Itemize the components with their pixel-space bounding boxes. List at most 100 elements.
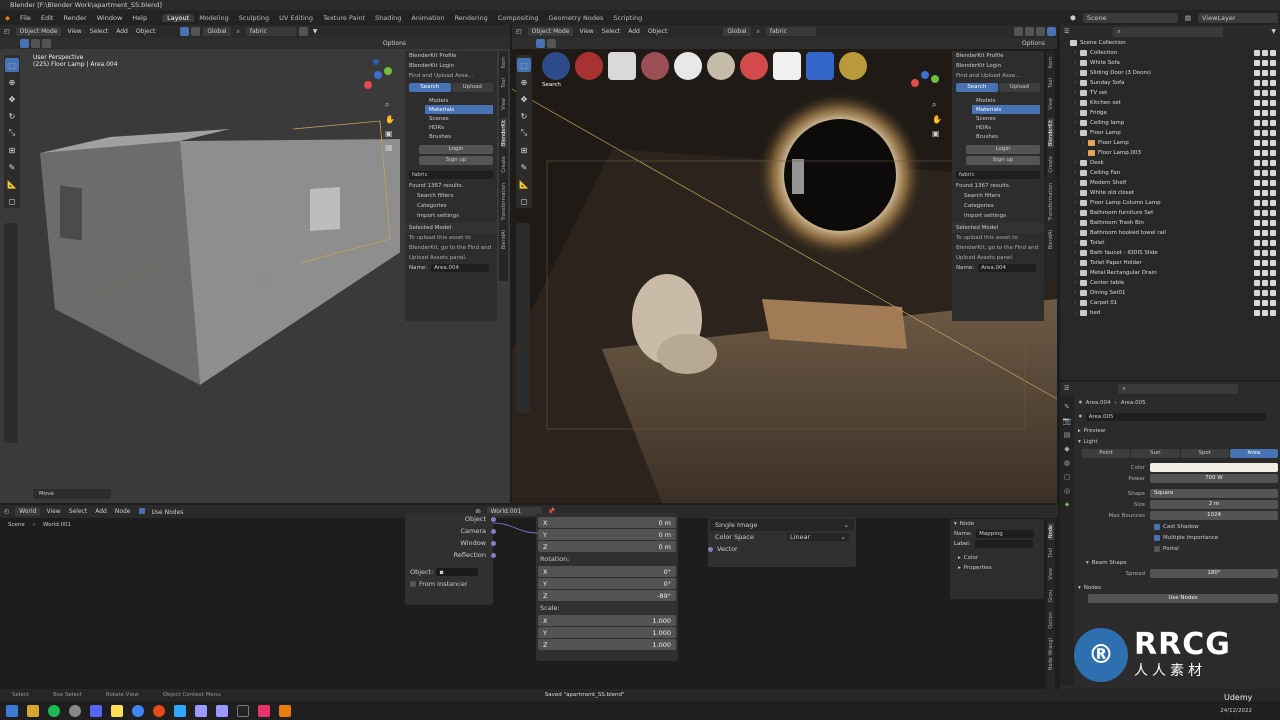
menu-select[interactable]: Select xyxy=(598,28,625,35)
outliner-item[interactable]: › White old closet xyxy=(1060,188,1280,198)
camera-icon[interactable] xyxy=(1270,170,1276,176)
snap-icon[interactable] xyxy=(547,39,556,48)
app-icon[interactable] xyxy=(69,704,81,717)
shading-wire-icon[interactable] xyxy=(1014,27,1023,36)
blenderkit-search-field[interactable]: fabric xyxy=(245,27,296,36)
tab-node-wrangler[interactable]: Node Wrangl xyxy=(1048,636,1054,672)
eye-icon[interactable] xyxy=(1262,150,1268,156)
filter-icon[interactable]: ▼ xyxy=(1267,28,1280,35)
blenderkit-search-field[interactable]: fabric xyxy=(765,27,816,36)
checkbox-icon[interactable] xyxy=(1254,270,1260,276)
outliner-editor-icon[interactable]: ☰ xyxy=(1060,28,1073,35)
add-cube-tool-icon[interactable]: ◻ xyxy=(517,194,531,208)
menu-window[interactable]: Window xyxy=(92,14,128,22)
unreal-icon[interactable] xyxy=(237,704,249,717)
menu-view[interactable]: View xyxy=(42,508,64,515)
bk-categories[interactable]: Categories xyxy=(405,201,497,211)
outliner-item[interactable]: › Bathroom hooked towel rail xyxy=(1060,228,1280,238)
checkbox-icon[interactable] xyxy=(1254,110,1260,116)
options-dropdown[interactable]: Options xyxy=(379,40,410,47)
eye-icon[interactable] xyxy=(1262,50,1268,56)
light-type-area[interactable]: Area xyxy=(1229,449,1278,458)
size-field[interactable]: 2 m xyxy=(1150,500,1278,509)
camera-icon[interactable] xyxy=(1270,60,1276,66)
camera-view-icon[interactable]: ▣ xyxy=(385,129,395,138)
python-icon[interactable] xyxy=(111,704,123,717)
outliner-item[interactable]: › Ceiling Fan xyxy=(1060,168,1280,178)
light-type-sun[interactable]: Sun xyxy=(1131,449,1180,458)
tab-group[interactable]: Grou xyxy=(1048,588,1054,604)
outliner-item[interactable]: › bed xyxy=(1060,308,1280,318)
bk-profile-header[interactable]: BlenderKit Profile xyxy=(952,51,1044,61)
camera-icon[interactable] xyxy=(1270,230,1276,236)
bk-type-brushes[interactable]: Brushes xyxy=(972,132,1040,141)
material-thumb-10[interactable] xyxy=(839,52,867,80)
shading-solid-icon[interactable] xyxy=(1025,27,1034,36)
outliner-item[interactable]: › Kitchen set xyxy=(1060,98,1280,108)
eye-icon[interactable] xyxy=(1262,120,1268,126)
tab-blenderkit[interactable]: BlenderKit xyxy=(500,117,507,148)
outliner-item[interactable]: › Fridge xyxy=(1060,108,1280,118)
menu-file[interactable]: File xyxy=(15,14,36,22)
workspace-tab-animation[interactable]: Animation xyxy=(406,14,449,22)
checkbox-icon[interactable] xyxy=(1254,260,1260,266)
view-layer-selector[interactable]: ViewLayer xyxy=(1198,12,1278,23)
node-label-field[interactable] xyxy=(974,540,1033,548)
outliner-item[interactable]: › Floor Lamp Column Lamp xyxy=(1060,198,1280,208)
node-color-panel[interactable]: ▸ Color xyxy=(950,553,1044,563)
outliner-item[interactable]: › Floor Lamp xyxy=(1060,138,1280,148)
rotation-y-field[interactable]: Y 0° xyxy=(538,578,676,589)
portal-checkbox[interactable]: Portal xyxy=(1078,543,1278,554)
material-thumb-1[interactable] xyxy=(542,52,570,80)
checkbox-icon[interactable] xyxy=(1254,240,1260,246)
mode-dropdown[interactable]: Object Mode xyxy=(527,27,574,36)
light-panel[interactable]: ▾ Light xyxy=(1078,436,1278,447)
checkbox-icon[interactable] xyxy=(1254,170,1260,176)
camera-icon[interactable] xyxy=(1270,260,1276,266)
tab-item[interactable]: Item xyxy=(1048,55,1054,70)
bk-type-hdrs[interactable]: HDRs xyxy=(425,123,493,132)
light-type-spot[interactable]: Spot xyxy=(1180,449,1229,458)
pan-hand-icon[interactable]: ✋ xyxy=(385,115,395,124)
eye-icon[interactable] xyxy=(1262,210,1268,216)
camera-icon[interactable] xyxy=(1270,110,1276,116)
material-thumb-7[interactable] xyxy=(740,52,768,80)
visibility-icon[interactable] xyxy=(298,27,308,36)
checkbox-icon[interactable] xyxy=(1254,60,1260,66)
tab-tool[interactable]: Tool xyxy=(1048,546,1054,560)
camera-icon[interactable] xyxy=(1270,220,1276,226)
blender-taskbar-icon[interactable] xyxy=(279,704,291,717)
navigation-gizmo-icon[interactable] xyxy=(907,57,943,93)
measure-tool-icon[interactable]: 📐 xyxy=(517,177,531,191)
menu-help[interactable]: Help xyxy=(127,14,152,22)
bk-search-filters[interactable]: Search filters xyxy=(405,191,497,201)
from-instancer-checkbox[interactable]: From Instancer xyxy=(405,578,493,590)
bk-search-input[interactable]: fabric xyxy=(956,171,1040,179)
shading-rendered-icon[interactable] xyxy=(1047,27,1056,36)
camera-icon[interactable] xyxy=(1270,180,1276,186)
eye-icon[interactable] xyxy=(1262,90,1268,96)
bk-name-field[interactable]: Area.004 xyxy=(978,264,1037,272)
material-thumb-9[interactable] xyxy=(806,52,834,80)
move-tool-icon[interactable]: ✥ xyxy=(517,92,531,106)
bk-categories[interactable]: Categories xyxy=(952,201,1044,211)
camera-icon[interactable] xyxy=(1270,160,1276,166)
bk-signup-button[interactable]: Sign up xyxy=(966,156,1040,165)
bk-type-models[interactable]: Models xyxy=(972,96,1040,105)
bk-upload-tab[interactable]: Upload xyxy=(998,83,1040,92)
eye-icon[interactable] xyxy=(1262,280,1268,286)
tab-transformation[interactable]: Transformation xyxy=(501,181,507,223)
addon-tool-strip-right[interactable] xyxy=(516,223,530,413)
workspace-tab-texture-paint[interactable]: Texture Paint xyxy=(318,14,370,22)
outliner-item[interactable]: › Center table xyxy=(1060,278,1280,288)
browser-icon[interactable] xyxy=(153,704,165,717)
bk-login-button[interactable]: Login xyxy=(419,145,493,154)
outliner-item[interactable]: › Toilet Paper Holder xyxy=(1060,258,1280,268)
zoom-icon[interactable]: ⌕ xyxy=(932,100,942,110)
checkbox-icon[interactable] xyxy=(1254,250,1260,256)
checkbox-icon[interactable] xyxy=(1254,50,1260,56)
editor-type-icon[interactable]: ◰ xyxy=(0,28,14,35)
tab-view[interactable]: View xyxy=(1048,96,1054,112)
output-props-icon[interactable]: ▤ xyxy=(1064,431,1071,439)
photoshop-icon[interactable] xyxy=(174,704,186,717)
